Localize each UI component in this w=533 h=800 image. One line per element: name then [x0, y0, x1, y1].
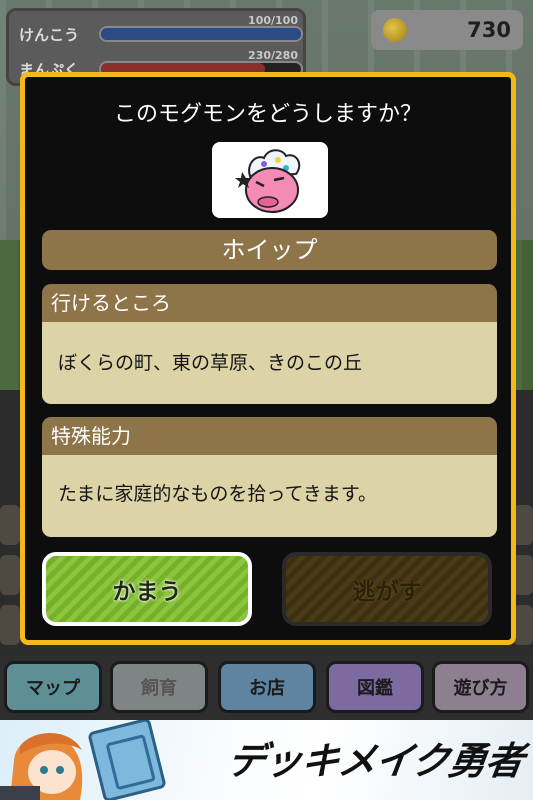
ad-banner[interactable]: デッキメイク勇者: [0, 720, 533, 800]
release-button[interactable]: 逃がす: [282, 552, 492, 626]
ability-header: 特殊能力: [42, 417, 497, 455]
keep-button-label: かまう: [112, 579, 182, 605]
nav-shop-button[interactable]: お店: [218, 661, 316, 713]
monster-name: ホイップ: [42, 230, 497, 270]
keep-button[interactable]: かまう: [42, 552, 252, 626]
health-label: けんこう: [19, 26, 80, 44]
nav-help-label: 遊び方: [453, 678, 508, 699]
release-button-label: 逃がす: [352, 579, 422, 605]
coin-icon: [383, 18, 407, 42]
nav-map-label: マップ: [26, 678, 80, 699]
nav-breed-button[interactable]: 飼育: [110, 661, 208, 713]
fullness-value: 230/280: [248, 49, 298, 62]
nav-breed-label: 飼育: [141, 678, 177, 699]
whip-monster-icon: [235, 149, 301, 213]
coin-amount: 730: [467, 18, 511, 42]
health-value: 100/100: [248, 14, 298, 27]
ability-text: たまに家庭的なものを拾ってきます。: [42, 455, 497, 537]
health-bar-fill: [101, 28, 301, 40]
places-text: ぼくらの町、東の草原、きのこの丘: [42, 322, 497, 404]
health-bar: [99, 26, 303, 42]
ability-box: 特殊能力 たまに家庭的なものを拾ってきます。: [42, 417, 497, 537]
nav-shop-label: お店: [249, 678, 285, 699]
bottom-nav: マップ 飼育 お店 図鑑 遊び方: [0, 655, 533, 720]
nav-book-button[interactable]: 図鑑: [326, 661, 424, 713]
monster-portrait: [212, 142, 328, 218]
places-header: 行けるところ: [42, 284, 497, 322]
health-stat: けんこう 100/100: [19, 14, 304, 44]
nav-map-button[interactable]: マップ: [4, 661, 102, 713]
places-box: 行けるところ ぼくらの町、東の草原、きのこの丘: [42, 284, 497, 404]
dialog-title: このモグモンをどうしますか？: [113, 102, 422, 127]
nav-help-button[interactable]: 遊び方: [432, 661, 529, 713]
coin-counter: 730: [371, 10, 523, 50]
monster-action-dialog: このモグモンをどうしますか？ ホイップ 行けるところ ぼくらの町、東の草原、きの…: [20, 72, 516, 645]
banner-logo: デッキメイク勇者: [224, 739, 526, 783]
nav-book-label: 図鑑: [357, 678, 393, 699]
